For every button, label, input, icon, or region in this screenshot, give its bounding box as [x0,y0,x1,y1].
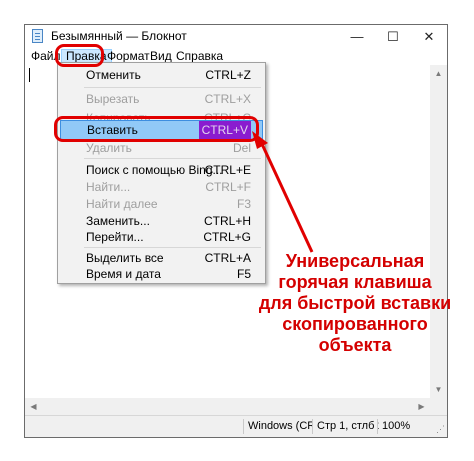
annotation-note: Универсальная горячая клавиша для быстро… [253,251,457,356]
annotation-arrow-icon [252,131,314,253]
annotation-line: горячая клавиша [278,272,432,292]
annotation-line: для быстрой вставки [258,293,452,313]
annotation-line: Универсальная [285,251,425,271]
annotation-line: скопированного [282,314,428,334]
annotation-line: объекта [318,335,392,355]
